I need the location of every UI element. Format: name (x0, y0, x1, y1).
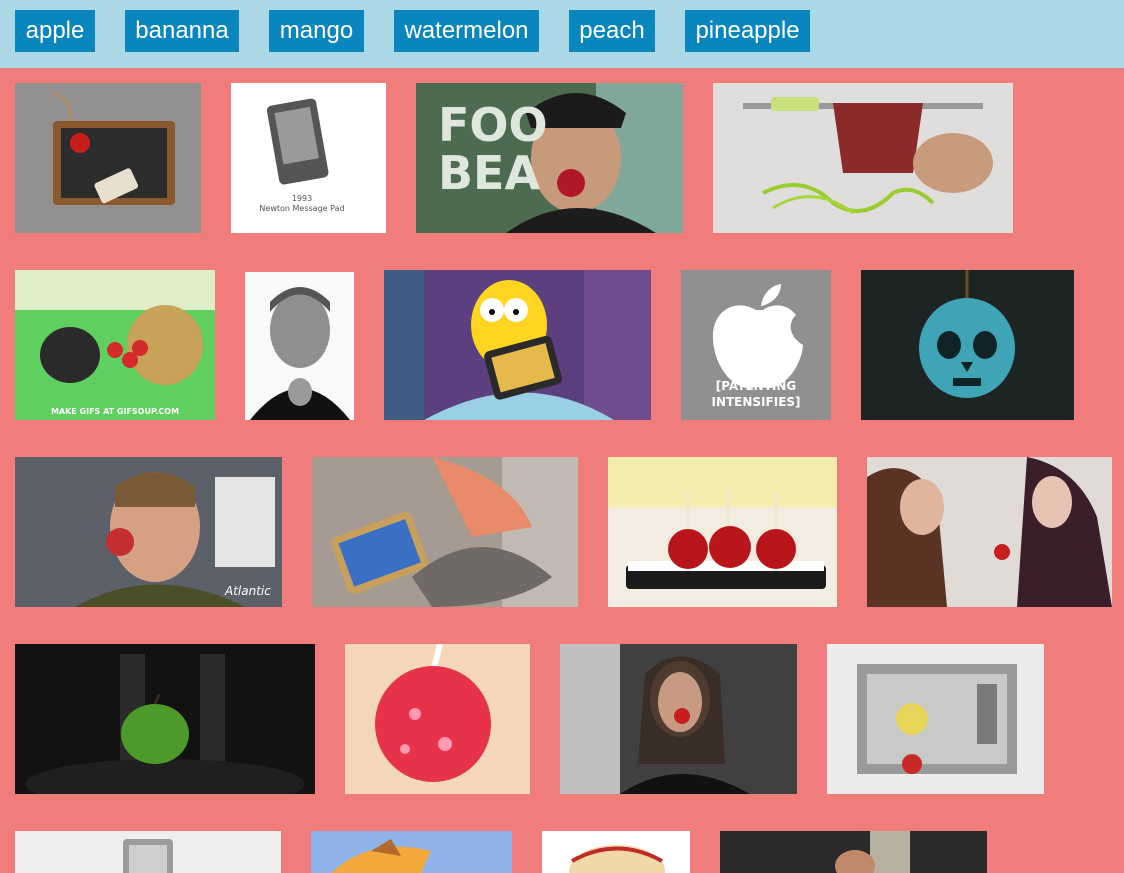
tag-apple-button[interactable]: apple (15, 10, 95, 52)
gif-pokemon-apples[interactable]: MAKE GIFS AT GIFSOUP.COM (15, 270, 215, 420)
gif-apple-peeler[interactable] (713, 83, 1013, 233)
gif-apple-machine[interactable] (827, 644, 1044, 794)
apple-peeler-image (713, 83, 1013, 233)
gif-chalkboard-apple[interactable] (15, 83, 201, 233)
gif-cat-on-tablet[interactable] (312, 457, 578, 607)
chalkboard-apple-image (15, 83, 201, 233)
tag-mango-button[interactable]: mango (269, 10, 364, 52)
patenting-caption-line2: INTENSIFIES] (711, 395, 801, 409)
gif-green-apple-dark[interactable] (15, 644, 315, 794)
gif-poison-skull-apple[interactable] (861, 270, 1074, 420)
applejack-image (311, 831, 512, 873)
gif-woman-outdoors[interactable] (720, 831, 987, 873)
foodbeast-text-bottom: BEA (438, 146, 541, 200)
tag-bananna-button[interactable]: bananna (125, 10, 239, 52)
atlantic-watermark: Atlantic (225, 584, 271, 598)
snow-white-image (867, 457, 1112, 607)
tag-bar: apple bananna mango watermelon peach pin… (0, 0, 1124, 68)
gif-patenting-intensifies[interactable]: [PATENTING INTENSIFIES] (681, 270, 831, 420)
foodbeast-text-top: FOO (438, 98, 548, 152)
gifsoup-credit-text: MAKE GIFS AT GIFSOUP.COM (50, 407, 180, 416)
gif-homer-tablet[interactable] (384, 270, 651, 420)
gif-woman-apple-bite[interactable] (560, 644, 797, 794)
tag-pineapple-button[interactable]: pineapple (685, 10, 810, 52)
gif-spiderman-candy-apples[interactable] (608, 457, 837, 607)
cat-tablet-image (312, 457, 578, 607)
newton-name-caption: Newton Message Pad (259, 204, 345, 213)
skull-apple-image (861, 270, 1074, 420)
gif-bitten-apple[interactable] (542, 831, 690, 873)
apple-machine-image (827, 644, 1044, 794)
woman-apple-image (560, 644, 797, 794)
gif-steve-jobs-portrait[interactable] (245, 272, 354, 420)
gif-candy-apple[interactable] (345, 644, 530, 794)
tag-watermelon-button[interactable]: watermelon (394, 10, 539, 52)
gif-applejack-pony[interactable] (311, 831, 512, 873)
gif-foodbeast-apple-eater[interactable]: FOO BEA (416, 83, 683, 233)
woman-outdoors-image (720, 831, 987, 873)
iphone-image (15, 831, 281, 873)
bitten-apple-image (542, 831, 690, 873)
gif-snow-white-apple[interactable] (867, 457, 1112, 607)
patenting-caption-line1: [PATENTING (715, 379, 797, 393)
pokemon-apples-image (15, 270, 215, 420)
homer-tablet-image (384, 270, 651, 420)
green-apple-image (15, 644, 315, 794)
gif-iphone-phone[interactable] (15, 831, 281, 873)
gif-newton-messagepad[interactable]: 1993 Newton Message Pad (231, 83, 386, 233)
tag-peach-button[interactable]: peach (569, 10, 655, 52)
gif-atlantic-apple-bite[interactable]: Atlantic (15, 457, 282, 607)
steve-jobs-image (245, 272, 354, 420)
newton-year-caption: 1993 (291, 194, 313, 203)
spiderman-apples-image (608, 457, 837, 607)
candy-apple-image (345, 644, 530, 794)
